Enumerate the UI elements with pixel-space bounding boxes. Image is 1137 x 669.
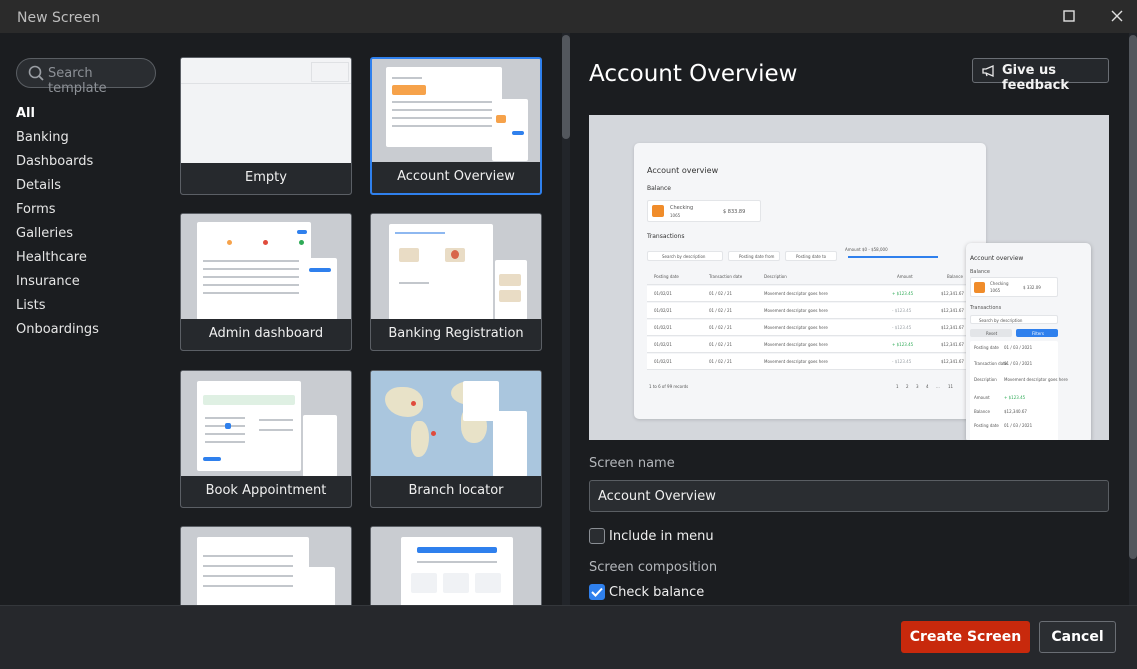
preview-col-amount: Amount — [897, 274, 913, 279]
category-forms[interactable]: Forms — [16, 201, 99, 225]
template-search-input[interactable]: Search template — [16, 58, 156, 96]
preview-page: 11 — [948, 384, 954, 389]
category-healthcare[interactable]: Healthcare — [16, 249, 99, 273]
preview-balance-label: Balance — [647, 185, 671, 192]
category-dashboards[interactable]: Dashboards — [16, 153, 99, 177]
preview-page: 1 — [896, 384, 899, 389]
give-feedback-label: Give us feedback — [1002, 63, 1070, 93]
preview-account-card: Checking 1065 $ 833.89 — [647, 200, 761, 222]
screen-name-field[interactable] — [589, 480, 1109, 512]
template-card-admin-dashboard[interactable]: Admin dashboard — [180, 213, 352, 351]
title-bar: New Screen — [0, 0, 1137, 33]
check-balance-label: Check balance — [609, 584, 705, 600]
preview-table-row: 01/02/21 01 / 02 / 21 Movement descripto… — [647, 354, 977, 370]
preview-desktop: Account overview Balance Checking 1065 $… — [634, 143, 986, 419]
template-card-book-appointment[interactable]: Book Appointment — [180, 370, 352, 508]
template-label: Branch locator — [371, 476, 541, 507]
create-screen-button[interactable]: Create Screen — [901, 621, 1030, 653]
category-insurance[interactable]: Insurance — [16, 273, 99, 297]
preview-page: 4 — [926, 384, 929, 389]
template-card-empty[interactable]: Empty — [180, 57, 352, 195]
maximize-icon[interactable] — [1056, 4, 1082, 28]
details-scrollbar[interactable] — [1129, 33, 1137, 605]
give-feedback-button[interactable]: Give us feedback — [972, 58, 1109, 93]
dialog-body: Search template All Banking Dashboards D… — [0, 33, 1137, 605]
category-onboardings[interactable]: Onboardings — [16, 321, 99, 345]
include-in-menu-row[interactable]: Include in menu — [589, 527, 714, 545]
template-thumbnail — [181, 371, 351, 477]
search-icon — [28, 65, 44, 81]
template-thumbnail — [181, 527, 351, 605]
megaphone-icon — [982, 65, 994, 77]
template-label: Admin dashboard — [181, 319, 351, 350]
template-title: Account Overview — [589, 61, 798, 87]
template-card-branch-locator[interactable]: Branch locator — [370, 370, 542, 508]
template-thumbnail — [181, 214, 351, 320]
check-balance-row[interactable]: Check balance — [589, 583, 704, 601]
preview-account-sub: 1065 — [670, 213, 681, 218]
checkmark-icon — [591, 587, 603, 597]
preview-col-transaction: Transaction date — [709, 274, 743, 279]
preview-posting-from: Posting date from — [739, 254, 775, 259]
template-preview: Account overview Balance Checking 1065 $… — [589, 115, 1109, 440]
preview-page: 3 — [916, 384, 919, 389]
preview-mobile-balance: Balance — [970, 269, 990, 275]
preview-page: ... — [936, 384, 940, 389]
screen-name-label: Screen name — [589, 456, 675, 471]
template-card-banking-registration[interactable]: Banking Registration — [370, 213, 542, 351]
screen-name-input[interactable] — [590, 481, 1108, 511]
template-thumbnail — [371, 371, 541, 477]
category-banking[interactable]: Banking — [16, 129, 99, 153]
preview-table-row: 01/02/21 01 / 02 / 21 Movement descripto… — [647, 303, 977, 319]
template-thumbnail — [371, 214, 541, 320]
template-label: Banking Registration — [371, 319, 541, 350]
preview-heading: Account overview — [647, 166, 719, 175]
template-label: Empty — [181, 163, 351, 194]
preview-col-posting: Posting date — [654, 274, 679, 279]
preview-amount-label: Amount — [845, 247, 861, 252]
preview-account-amount: $ 833.89 — [723, 209, 746, 215]
category-all[interactable]: All — [16, 105, 99, 129]
check-balance-checkbox[interactable] — [589, 584, 605, 600]
include-in-menu-checkbox[interactable] — [589, 528, 605, 544]
preview-table-row: 01/02/21 01 / 02 / 21 Movement descripto… — [647, 337, 977, 353]
preview-posting-to: Posting date to — [796, 254, 827, 259]
category-details[interactable]: Details — [16, 177, 99, 201]
template-card-account-overview[interactable]: Account Overview — [370, 57, 542, 195]
preview-amount-range: $0 - $58,000 — [862, 247, 888, 252]
preview-mobile: Account overview Balance Checking 1065 $… — [966, 243, 1091, 440]
preview-table-row: 01/02/21 01 / 02 / 21 Movement descripto… — [647, 320, 977, 336]
preview-pagination-info: 1 to 6 of 99 records — [649, 384, 689, 389]
category-list: All Banking Dashboards Details Forms Gal… — [16, 105, 99, 345]
template-thumbnail — [372, 59, 540, 165]
preview-col-balance: Balance — [947, 274, 963, 279]
window-title: New Screen — [17, 10, 101, 26]
close-icon[interactable] — [1104, 4, 1130, 28]
preview-search: Search by description — [662, 254, 706, 259]
dialog-footer: Create Screen Cancel — [0, 605, 1137, 669]
category-galleries[interactable]: Galleries — [16, 225, 99, 249]
preview-transactions-label: Transactions — [647, 233, 685, 240]
template-label: Account Overview — [372, 162, 540, 193]
template-thumbnail — [371, 527, 541, 605]
preview-mobile-heading: Account overview — [970, 255, 1024, 262]
screen-composition-label: Screen composition — [589, 560, 718, 575]
category-lists[interactable]: Lists — [16, 297, 99, 321]
template-grid: Empty Account Overview Admin dashboard B… — [180, 57, 542, 605]
preview-mobile-transactions: Transactions — [970, 305, 1002, 311]
preview-table-row: 01/02/21 01 / 02 / 21 Movement descripto… — [647, 286, 977, 302]
preview-page: 2 — [906, 384, 909, 389]
template-card[interactable] — [180, 526, 352, 605]
template-scrollbar[interactable] — [562, 33, 570, 605]
preview-col-description: Description — [764, 274, 787, 279]
preview-account-name: Checking — [670, 205, 694, 211]
search-placeholder: Search template — [48, 66, 107, 96]
include-in-menu-label: Include in menu — [609, 528, 714, 544]
template-card[interactable] — [370, 526, 542, 605]
cancel-button[interactable]: Cancel — [1039, 621, 1116, 653]
template-label: Book Appointment — [181, 476, 351, 507]
template-thumbnail — [181, 58, 351, 164]
